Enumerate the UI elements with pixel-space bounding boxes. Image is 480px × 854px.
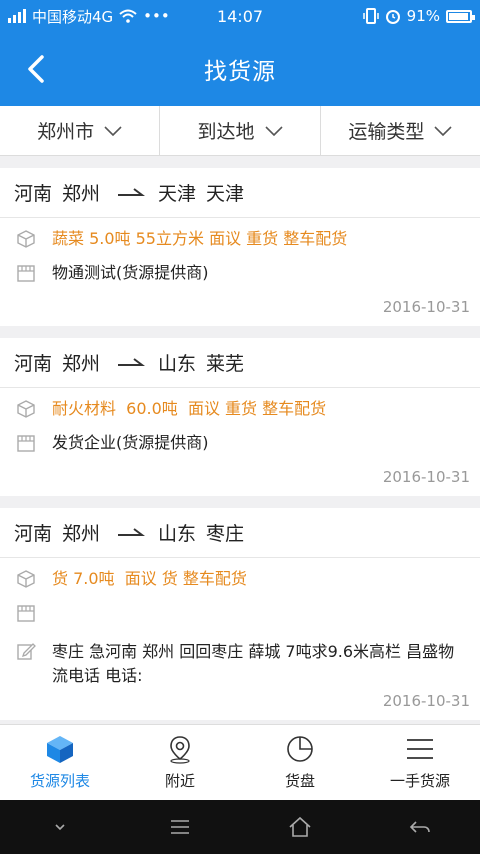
storefront-icon (17, 605, 35, 622)
location-pin-icon (170, 736, 190, 764)
storefront-icon (17, 435, 35, 452)
origin-province: 河南 (14, 353, 53, 375)
filter-label: 到达地 (197, 121, 255, 143)
chevron-down-icon[interactable] (47, 814, 73, 840)
destination-province: 山东 (158, 523, 197, 545)
filter-origin-city[interactable]: 郑州市 (0, 106, 159, 155)
tab-nearby[interactable]: 附近 (120, 725, 240, 800)
battery-icon (446, 9, 475, 23)
origin-province: 河南 (14, 183, 53, 205)
cargo-info-row: 货 7.0吨 面议 货 整车配货 (0, 558, 480, 592)
app-header: 找货源 (0, 32, 480, 106)
cargo-card[interactable]: 河南 郑州 山东 枣庄 货 7.0吨 面议 货 整车配货 枣庄 急河南 郑州 回… (0, 508, 480, 720)
cargo-details: 蔬菜 5.0吨 55立方米 面议 重货 整车配货 (52, 229, 348, 248)
pie-chart-icon (287, 736, 313, 762)
menu-lines-icon (407, 739, 433, 759)
wifi-icon (119, 9, 137, 23)
post-date: 2016-10-31 (382, 468, 470, 486)
post-date: 2016-10-31 (382, 298, 470, 316)
route-arrow-icon (118, 357, 146, 366)
cargo-card[interactable]: 河南 郑州 山东 莱芜 耐火材料 60.0吨 面议 重货 整车配货 发货企业(货… (0, 338, 480, 496)
battery-percent: 91% (406, 7, 440, 25)
origin-city: 郑州 (62, 183, 101, 205)
provider-name: 发货企业(货源提供商) (52, 433, 209, 452)
route-arrow-icon (118, 187, 146, 196)
tab-cargo-board[interactable]: 货盘 (240, 725, 360, 800)
tab-label: 货盘 (284, 772, 315, 790)
destination-city: 天津 (206, 183, 245, 205)
back-button[interactable] (16, 49, 56, 89)
chevron-down-icon (264, 125, 283, 136)
post-date: 2016-10-31 (382, 692, 470, 710)
destination-city: 莱芜 (206, 353, 245, 375)
filter-bar: 郑州市 到达地 运输类型 (0, 106, 480, 156)
route-arrow-icon (118, 527, 146, 536)
cargo-list[interactable]: 河南 郑州 天津 天津 蔬菜 5.0吨 55立方米 面议 重货 整车配货 物通测… (0, 168, 480, 724)
destination-city: 枣庄 (206, 523, 245, 545)
provider-row: 物通测试(货源提供商) (0, 252, 480, 286)
chevron-down-icon (104, 125, 122, 136)
alarm-icon (385, 10, 400, 24)
chevron-down-icon (434, 125, 452, 136)
destination-province: 山东 (158, 353, 197, 375)
note-row: 枣庄 急河南 郑州 回回枣庄 薛城 7吨求9.6米高栏 昌盛物流电话 电话: (0, 626, 480, 688)
tab-firsthand-cargo[interactable]: 一手货源 (360, 725, 480, 800)
listing-note: 枣庄 急河南 郑州 回回枣庄 薛城 7吨求9.6米高栏 昌盛物流电话 电话: (52, 642, 455, 685)
filter-label: 郑州市 (37, 121, 95, 143)
vibrate-icon (362, 8, 379, 24)
provider-row (0, 592, 480, 626)
route-line: 河南 郑州 山东 莱芜 (0, 338, 480, 388)
filter-destination[interactable]: 到达地 (159, 106, 319, 155)
origin-city: 郑州 (62, 523, 101, 545)
tab-cargo-list[interactable]: 货源列表 (0, 725, 120, 800)
route-line: 河南 郑州 山东 枣庄 (0, 508, 480, 558)
cargo-details: 耐火材料 60.0吨 面议 重货 整车配货 (52, 399, 327, 418)
edit-note-icon (17, 643, 36, 660)
destination-province: 天津 (158, 183, 197, 205)
page-title: 找货源 (204, 59, 276, 85)
route-line: 河南 郑州 天津 天津 (0, 168, 480, 218)
filter-label: 运输类型 (348, 121, 425, 143)
signal-icon (8, 9, 26, 23)
box-icon (17, 400, 35, 418)
cargo-details: 货 7.0吨 面议 货 整车配货 (52, 569, 247, 588)
box-icon (17, 230, 35, 248)
home-icon[interactable] (287, 814, 313, 840)
provider-name: 物通测试(货源提供商) (52, 263, 209, 282)
more-indicator: ••• (143, 7, 170, 25)
storefront-icon (17, 265, 35, 282)
carrier-label: 中国移动4G (32, 7, 114, 26)
tab-label: 货源列表 (29, 772, 90, 790)
filter-transport-type[interactable]: 运输类型 (319, 106, 480, 155)
back-icon[interactable] (407, 814, 433, 840)
cargo-card[interactable]: 河南 郑州 天津 天津 蔬菜 5.0吨 55立方米 面议 重货 整车配货 物通测… (0, 168, 480, 326)
origin-city: 郑州 (62, 353, 101, 375)
cube-icon (47, 736, 73, 763)
status-bar: 中国移动4G ••• 14:07 91% (0, 0, 480, 32)
provider-row: 发货企业(货源提供商) (0, 422, 480, 456)
tab-label: 附近 (164, 772, 195, 790)
cargo-info-row: 蔬菜 5.0吨 55立方米 面议 重货 整车配货 (0, 218, 480, 252)
bottom-tab-bar: 货源列表 附近 货盘 一手货源 (0, 724, 480, 800)
cargo-info-row: 耐火材料 60.0吨 面议 重货 整车配货 (0, 388, 480, 422)
box-icon (17, 570, 35, 588)
system-nav-bar (0, 800, 480, 854)
origin-province: 河南 (14, 523, 53, 545)
tab-label: 一手货源 (389, 772, 450, 790)
menu-icon[interactable] (167, 814, 193, 840)
